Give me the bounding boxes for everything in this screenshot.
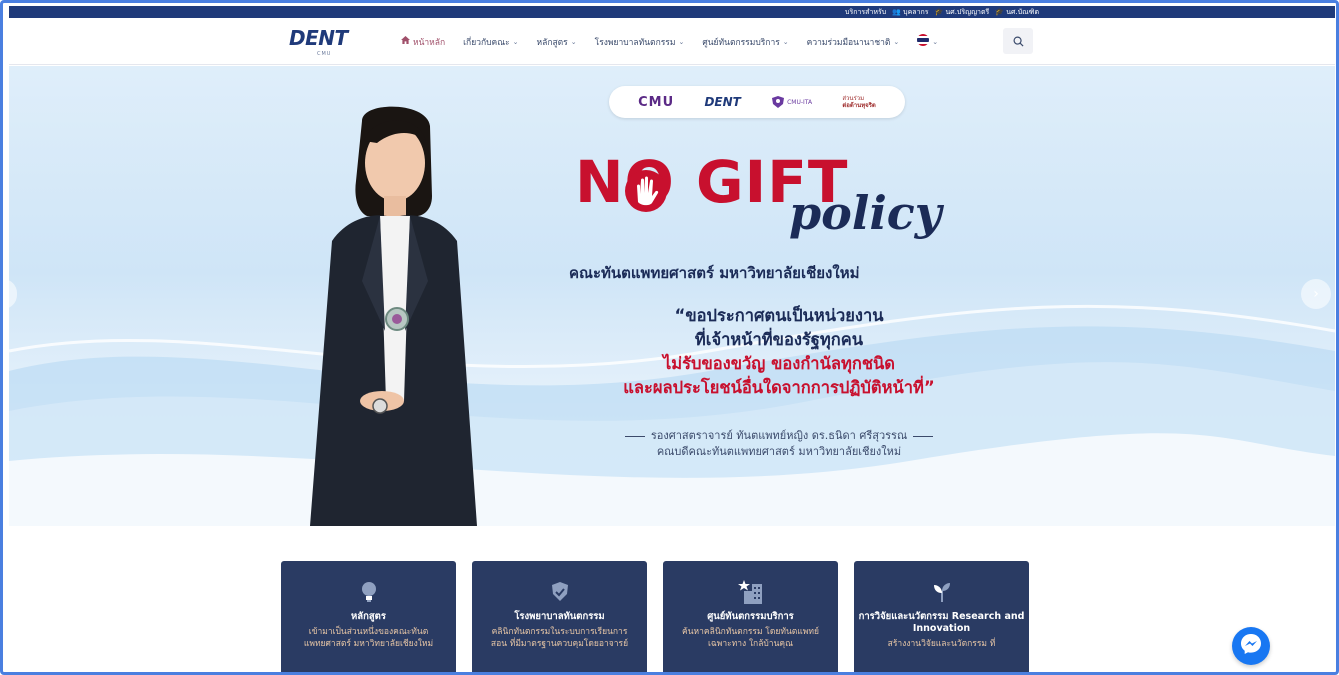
quote-line: และผลประโยชน์อื่นใดจากการปฏิบัติหน้าที่” — [623, 378, 935, 397]
card-desc: สร้างงานวิจัยและนวัตกรรม ที่ — [887, 639, 996, 649]
sprout-icon — [854, 579, 1029, 605]
nav-item-hospital[interactable]: โรงพยาบาลทันตกรรม ⌄ — [595, 35, 685, 49]
dent-logo[interactable]: DENT CMU — [289, 26, 349, 60]
feature-cards: หลักสูตร เข้ามาเป็นส่วนหนึ่งของคณะทันตแพ… — [281, 561, 1029, 672]
faculty-name: คณะทันตแพทยศาสตร์ มหาวิทยาลัยเชียงใหม่ — [569, 264, 860, 282]
card-programs[interactable]: หลักสูตร เข้ามาเป็นส่วนหนึ่งของคณะทันตแพ… — [281, 561, 456, 672]
card-research[interactable]: การวิจัยและนวัตกรรม Research and Innovat… — [854, 561, 1029, 672]
logo-text: DENT — [289, 26, 348, 50]
cmu-ita-logo: CMU-ITA — [771, 95, 812, 109]
shield-check-icon — [472, 579, 647, 605]
chevron-down-icon: ⌄ — [678, 37, 685, 46]
nav-item-programs-label: หลักสูตร — [536, 37, 568, 48]
cmu-ita-label: CMU-ITA — [787, 98, 813, 106]
nav-item-service-center[interactable]: ศูนย์ทันตกรรมบริการ ⌄ — [702, 35, 788, 49]
utility-label: บริการสำหรับ — [845, 8, 887, 16]
nav-item-service-center-label: ศูนย์ทันตกรรมบริการ — [702, 37, 780, 48]
pledge-quote: “ขอประกาศตนเป็นหน่วยงาน ที่เจ้าหน้าที่ขอ… — [569, 304, 989, 400]
nav-item-about-label: เกี่ยวกับคณะ — [463, 37, 510, 48]
policy-script: policy — [789, 186, 942, 240]
card-title: ศูนย์ทันตกรรมบริการ — [707, 611, 794, 622]
signature-block: รองศาสตราจารย์ ทันตแพทย์หญิง ดร.ธนิดา ศร… — [569, 428, 989, 460]
quote-line: ที่เจ้าหน้าที่ของรัฐทุกคน — [694, 330, 864, 349]
chevron-down-icon: ⌄ — [782, 37, 789, 46]
card-desc: เข้ามาเป็นส่วนหนึ่งของคณะทันตแพทยศาสตร์ … — [303, 627, 434, 649]
nav-item-home-label: หน้าหลัก — [413, 37, 446, 48]
dean-portrait — [310, 106, 477, 526]
search-icon — [1013, 32, 1024, 51]
signer-title: คณบดีคณะทันตแพทยศาสตร์ มหาวิทยาลัยเชียงใ… — [656, 445, 902, 458]
anti-corruption-logo: ส่วนร่วม ต่อต้านทุจริต — [842, 95, 875, 109]
chevron-down-icon: ⌄ — [932, 37, 939, 46]
card-title: การวิจัยและนวัตกรรม Research and Innovat… — [858, 611, 1025, 634]
utility-link-staff[interactable]: 👥 บุคลากร — [892, 7, 928, 18]
divider — [913, 435, 934, 437]
nav-menu: หน้าหลัก เกี่ยวกับคณะ ⌄ หลักสูตร ⌄ โรงพย… — [401, 34, 938, 49]
chevron-down-icon: ⌄ — [893, 37, 900, 46]
card-title: หลักสูตร — [351, 611, 386, 622]
card-title: โรงพยาบาลทันตกรรม — [514, 611, 605, 622]
messenger-icon — [1239, 632, 1263, 660]
partner-logos: CMU DENT CMU-ITA ส่วนร่วม ต่อต้านทุจริต — [609, 86, 905, 118]
hero-banner[interactable]: CMU DENT CMU-ITA ส่วนร่วม ต่อต้านทุจริต — [9, 66, 1335, 526]
utility-link-undergrad-label: นศ.ปริญญาตรี — [945, 8, 990, 16]
nav-item-programs[interactable]: หลักสูตร ⌄ — [537, 35, 577, 49]
quote-line: “ขอประกาศตนเป็นหน่วยงาน — [674, 306, 884, 325]
quote-line: ไม่รับของขวัญ ของกำนัลทุกชนิด — [662, 354, 896, 373]
signer-name: รองศาสตราจารย์ ทันตแพทย์หญิง ดร.ธนิดา ศร… — [650, 429, 908, 442]
browser-frame: บริการสำหรับ 👥 บุคลากร 🎓 นศ.ปริญญาตรี 🎓 … — [0, 0, 1339, 675]
chevron-right-icon: › — [1313, 286, 1319, 302]
anti-corruption-label: ต่อต้านทุจริต — [842, 102, 876, 109]
card-desc: ค้นหาคลินิกทันตกรรม โดยทันตแพทย์เฉพาะทาง… — [682, 627, 819, 649]
language-selector[interactable]: ⌄ — [917, 34, 938, 49]
stop-hand-icon — [625, 170, 667, 212]
search-button[interactable] — [1003, 28, 1033, 54]
cmu-logo: CMU — [638, 94, 675, 110]
card-desc: คลินิกทันตกรรมในระบบการเรียนการสอน ที่มี… — [490, 627, 629, 649]
utility-link-grad-label: นศ.บัณฑิต — [1006, 8, 1039, 16]
utility-bar: บริการสำหรับ 👥 บุคลากร 🎓 นศ.ปริญญาตรี 🎓 … — [9, 6, 1335, 18]
nav-item-international-label: ความร่วมมือนานาชาติ — [806, 37, 891, 48]
building-star-icon — [663, 579, 838, 605]
anti-corruption-top: ส่วนร่วม — [842, 95, 865, 102]
chevron-down-icon: ⌄ — [570, 37, 577, 46]
chevron-down-icon: ⌄ — [512, 37, 519, 46]
carousel-next-button[interactable]: › — [1301, 279, 1331, 309]
card-service-center[interactable]: ศูนย์ทันตกรรมบริการ ค้นหาคลินิกทันตกรรม … — [663, 561, 838, 672]
lightbulb-icon — [281, 579, 456, 605]
messenger-chat-button[interactable] — [1232, 627, 1270, 665]
nav-item-international[interactable]: ความร่วมมือนานาชาติ ⌄ — [807, 35, 900, 49]
utility-link-grad[interactable]: 🎓 นศ.บัณฑิต — [995, 7, 1039, 18]
utility-link-undergrad[interactable]: 🎓 นศ.ปริญญาตรี — [935, 7, 990, 18]
dent-partner-logo: DENT — [704, 95, 741, 109]
card-hospital[interactable]: โรงพยาบาลทันตกรรม คลินิกทันตกรรมในระบบกา… — [472, 561, 647, 672]
nav-item-hospital-label: โรงพยาบาลทันตกรรม — [594, 37, 676, 48]
home-icon — [401, 36, 410, 47]
main-nav: DENT CMU หน้าหลัก เกี่ยวกับคณะ ⌄ หลักสูต… — [9, 18, 1335, 65]
ita-shield-icon — [772, 96, 785, 108]
utility-link-staff-label: บุคลากร — [903, 8, 929, 16]
thai-flag-icon — [917, 34, 930, 49]
logo-sub: CMU — [317, 51, 332, 57]
nav-item-home[interactable]: หน้าหลัก — [401, 35, 445, 49]
divider — [624, 435, 645, 437]
nav-item-about[interactable]: เกี่ยวกับคณะ ⌄ — [463, 35, 518, 49]
